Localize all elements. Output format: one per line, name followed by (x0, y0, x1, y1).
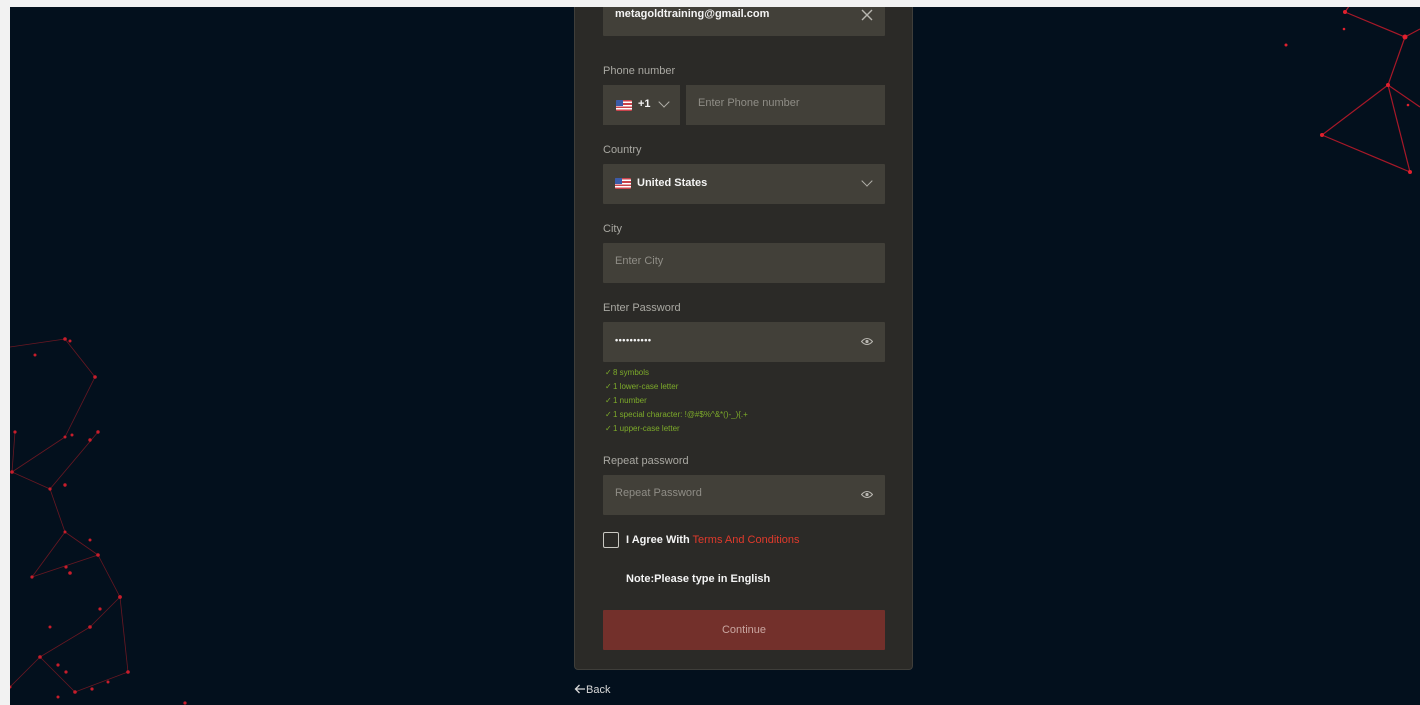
password-input[interactable]: •••••••••• (603, 322, 885, 362)
password-label: Enter Password (603, 302, 681, 314)
repeat-password-input[interactable]: Repeat Password (603, 475, 885, 515)
email-value: metagoldtraining@gmail.com (615, 8, 770, 20)
terms-link[interactable]: Terms And Conditions (693, 534, 800, 546)
arrow-left-icon (574, 684, 585, 694)
check-icon: ✓ (605, 382, 612, 391)
eye-icon[interactable] (861, 490, 873, 499)
phone-input[interactable]: Enter Phone number (686, 85, 885, 125)
check-icon: ✓ (605, 424, 612, 433)
city-label: City (603, 223, 622, 235)
close-icon[interactable] (861, 9, 873, 21)
requirement-item: ✓1 lower-case letter (605, 380, 748, 394)
network-decoration-bottom-left (10, 337, 187, 705)
city-input[interactable]: Enter City (603, 243, 885, 283)
phone-label: Phone number (603, 65, 676, 77)
us-flag-icon (616, 100, 632, 111)
phone-placeholder: Enter Phone number (698, 97, 800, 109)
agree-checkbox[interactable] (603, 532, 619, 548)
repeat-password-placeholder: Repeat Password (615, 487, 702, 499)
requirement-item: ✓1 upper-case letter (605, 422, 748, 436)
chevron-down-icon (658, 96, 670, 108)
registration-form: metagoldtraining@gmail.com Phone number … (574, 7, 913, 670)
continue-button[interactable]: Continue (603, 610, 885, 650)
agree-text: I Agree With Terms And Conditions (626, 534, 800, 546)
password-masked-value: •••••••••• (615, 335, 652, 345)
agree-prefix: I Agree With (626, 534, 690, 546)
back-link[interactable]: Back (574, 684, 610, 696)
country-label: Country (603, 144, 642, 156)
repeat-password-label: Repeat password (603, 455, 689, 467)
country-code-select[interactable]: +1 (603, 85, 680, 125)
city-placeholder: Enter City (615, 255, 664, 267)
english-note: Note:Please type in English (626, 573, 771, 585)
check-icon: ✓ (605, 368, 612, 377)
requirement-item: ✓8 symbols (605, 366, 748, 380)
country-code-value: +1 (638, 98, 651, 110)
check-icon: ✓ (605, 410, 612, 419)
network-decoration-top-right (1284, 7, 1420, 174)
us-flag-icon (615, 178, 631, 189)
eye-icon[interactable] (861, 337, 873, 346)
requirement-item: ✓1 number (605, 394, 748, 408)
email-field[interactable]: metagoldtraining@gmail.com (603, 7, 885, 36)
country-value: United States (637, 177, 708, 189)
back-label: Back (586, 684, 611, 696)
check-icon: ✓ (605, 396, 612, 405)
requirement-item: ✓1 special character: !@#$%^&*()-_){.+ (605, 408, 748, 422)
password-requirements: ✓8 symbols ✓1 lower-case letter ✓1 numbe… (605, 366, 748, 436)
page-background: metagoldtraining@gmail.com Phone number … (10, 7, 1420, 705)
country-select[interactable]: United States (603, 164, 885, 204)
chevron-down-icon (861, 175, 873, 187)
